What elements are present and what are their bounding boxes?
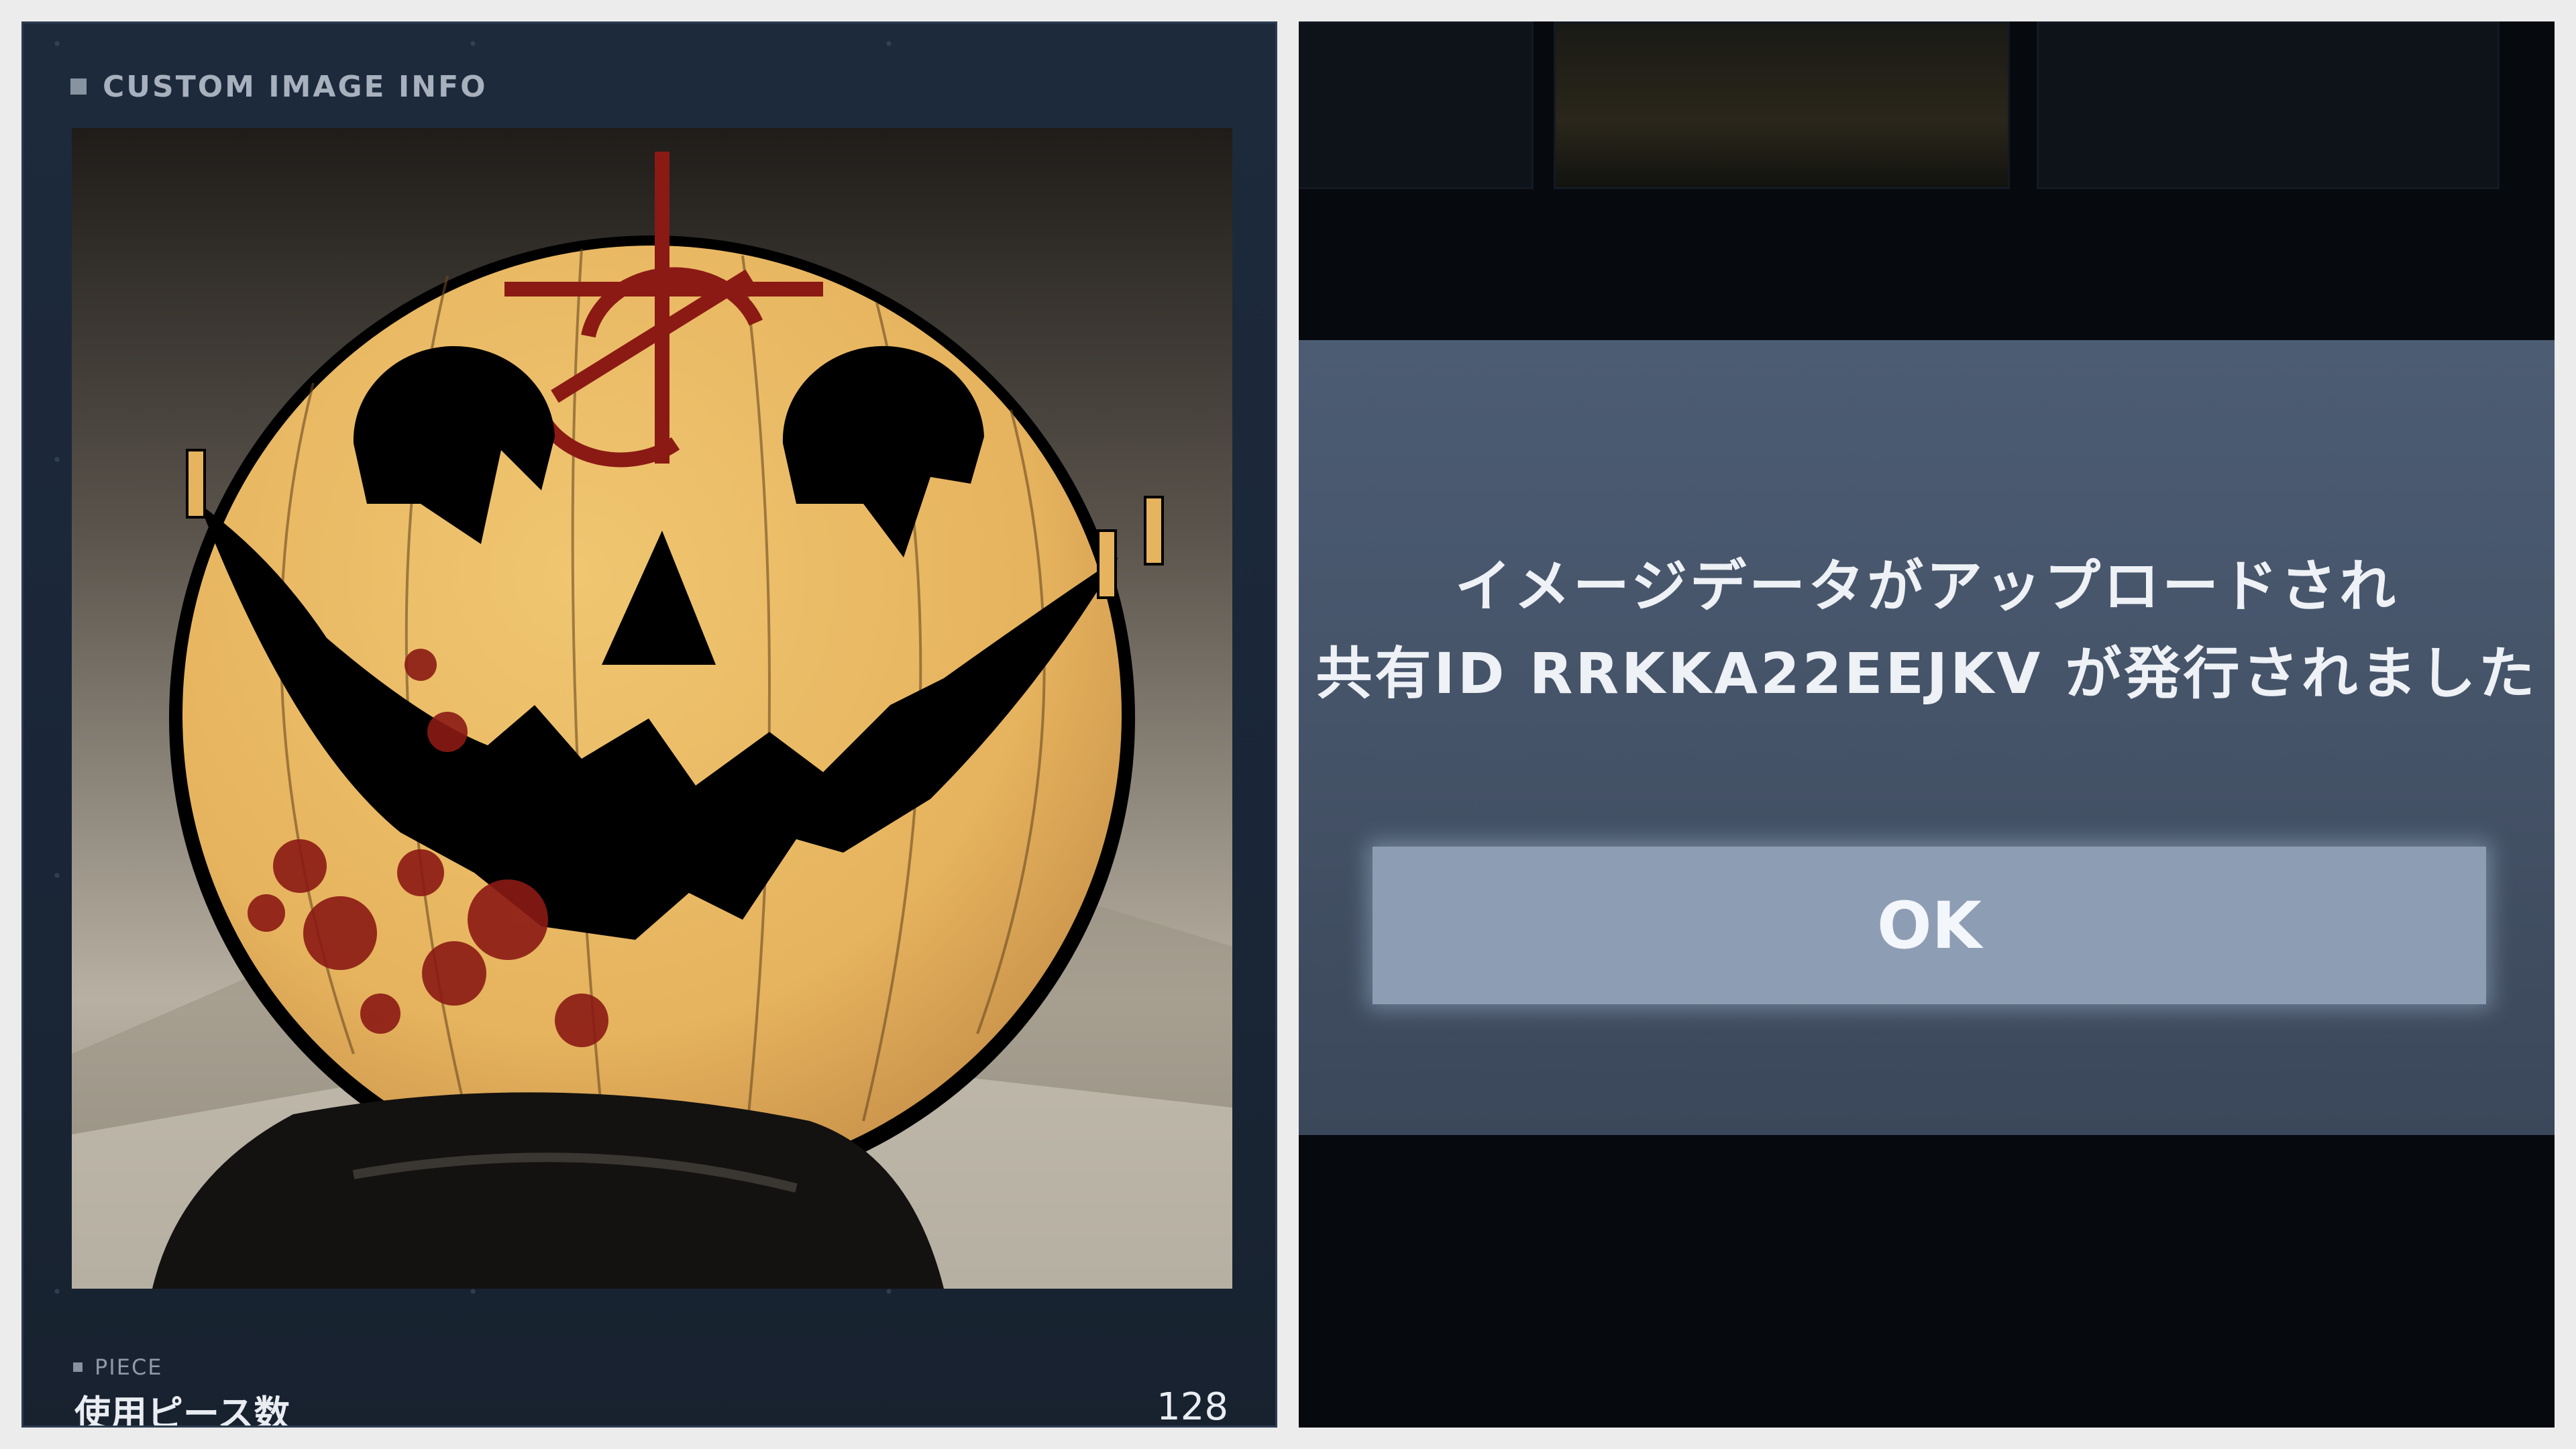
piece-count-value: 128	[1157, 1385, 1228, 1428]
upload-complete-dialog: イメージデータがアップロードされ 共有ID RRKKA22EEJKV が発行され…	[1299, 340, 2555, 1135]
upload-result-screen: イメージデータがアップロードされ 共有ID RRKKA22EEJKV が発行され…	[1299, 21, 2555, 1428]
custom-image-preview	[72, 128, 1232, 1289]
dialog-message-line2: 共有ID RRKKA22EEJKV が発行されました	[1316, 641, 2538, 706]
panel-title: CUSTOM IMAGE INFO	[103, 69, 488, 104]
panel-header: CUSTOM IMAGE INFO	[70, 66, 488, 107]
square-bullet-icon	[70, 78, 87, 95]
pumpkin-head-emblem	[72, 128, 1232, 1289]
dialog-message-line1: イメージデータがアップロードされ	[1454, 553, 2399, 619]
background-thumbnail	[2037, 21, 2500, 189]
background-thumbnails	[1299, 21, 2555, 196]
background-thumbnail	[1299, 21, 1534, 189]
ok-button[interactable]: OK	[1373, 847, 2486, 1004]
piece-label: PIECE	[95, 1354, 163, 1380]
background-thumbnail	[1554, 21, 2010, 189]
custom-image-info-panel: CUSTOM IMAGE INFO PIECE 使用ピース数 128	[21, 21, 1277, 1428]
piece-label-row: PIECE	[73, 1354, 163, 1380]
small-square-bullet-icon	[73, 1362, 83, 1372]
piece-count-label: 使用ピース数	[74, 1393, 290, 1428]
